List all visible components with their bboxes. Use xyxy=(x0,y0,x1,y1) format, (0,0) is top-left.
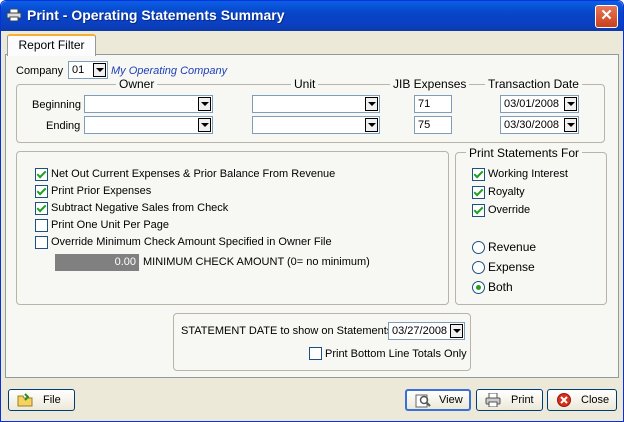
owner-beginning-select[interactable] xyxy=(84,95,213,113)
company-name: My Operating Company xyxy=(111,65,228,77)
close-circle-icon xyxy=(557,393,571,407)
company-select[interactable]: 01 xyxy=(68,61,108,79)
royalty-label: Royalty xyxy=(488,186,525,198)
date-ending-select[interactable]: 03/30/2008 xyxy=(500,116,579,134)
statement-date-select[interactable]: 03/27/2008 xyxy=(388,322,465,340)
chevron-down-icon[interactable] xyxy=(564,97,577,111)
chevron-down-icon[interactable] xyxy=(198,97,211,111)
option-label: Override Minimum Check Amount Specified … xyxy=(51,236,332,248)
both-radio[interactable] xyxy=(472,281,485,294)
option-label: Net Out Current Expenses & Prior Balance… xyxy=(51,168,336,180)
beginning-label: Beginning xyxy=(32,99,81,111)
view-button[interactable]: View xyxy=(405,389,471,411)
expense-radio[interactable] xyxy=(472,261,485,274)
bottom-line-checkbox[interactable] xyxy=(309,347,322,360)
close-button-label: Close xyxy=(581,394,610,406)
print-statements-for-title: Print Statements For xyxy=(466,146,583,160)
jib-ending-input[interactable]: 75 xyxy=(414,116,452,134)
view-button-label: View xyxy=(439,394,463,406)
expense-label: Expense xyxy=(488,260,535,274)
file-button[interactable]: File xyxy=(8,389,75,411)
unit-ending-select[interactable] xyxy=(252,116,380,134)
both-label: Both xyxy=(488,280,513,294)
printer-icon xyxy=(485,393,501,407)
option-label: Subtract Negative Sales from Check xyxy=(51,202,229,214)
transaction-date-header: Transaction Date xyxy=(485,77,582,91)
revenue-label: Revenue xyxy=(488,240,537,254)
date-beginning-select[interactable]: 03/01/2008 xyxy=(500,95,579,113)
minimum-check-amount-input[interactable]: 0.00 xyxy=(55,254,139,271)
report-filter-panel: Company 01 My Operating Company Owner Un… xyxy=(5,54,619,378)
chevron-down-icon[interactable] xyxy=(450,324,463,338)
chevron-down-icon[interactable] xyxy=(198,118,211,132)
option-label: Print One Unit Per Page xyxy=(51,219,170,231)
print-dialog-window: Print - Operating Statements Summary ✕ R… xyxy=(0,0,624,422)
file-button-label: File xyxy=(43,394,61,406)
override-checkbox[interactable] xyxy=(472,204,485,217)
window-close-icon[interactable]: ✕ xyxy=(595,5,618,28)
unit-header: Unit xyxy=(291,77,319,91)
owner-ending-select[interactable] xyxy=(84,116,213,134)
option-label: Print Prior Expenses xyxy=(51,185,152,197)
royalty-checkbox[interactable] xyxy=(472,186,485,199)
printer-icon xyxy=(7,9,21,21)
tab-report-filter[interactable]: Report Filter xyxy=(7,34,96,56)
filter-group xyxy=(16,84,605,143)
working-interest-label: Working Interest xyxy=(488,168,568,180)
bottom-line-label: Print Bottom Line Totals Only xyxy=(325,348,467,360)
override-label: Override xyxy=(488,204,531,216)
chevron-down-icon[interactable] xyxy=(93,63,106,77)
jib-beginning-input[interactable]: 71 xyxy=(414,95,452,113)
option-checkbox[interactable] xyxy=(35,202,48,215)
print-button-label: Print xyxy=(511,394,534,406)
working-interest-checkbox[interactable] xyxy=(472,168,485,181)
title-bar[interactable]: Print - Operating Statements Summary ✕ xyxy=(1,1,623,31)
option-checkbox[interactable] xyxy=(35,219,48,232)
option-checkbox[interactable] xyxy=(35,236,48,249)
ending-label: Ending xyxy=(46,120,81,132)
print-button[interactable]: Print xyxy=(476,389,543,411)
minimum-check-amount-label: MINIMUM CHECK AMOUNT (0= no minimum) xyxy=(143,256,370,268)
window-title: Print - Operating Statements Summary xyxy=(27,7,285,23)
unit-beginning-select[interactable] xyxy=(252,95,380,113)
revenue-radio[interactable] xyxy=(472,241,485,254)
magnifier-icon xyxy=(415,394,431,408)
jib-header: JIB Expenses xyxy=(390,77,470,91)
company-code: 01 xyxy=(72,64,85,76)
option-checkbox[interactable] xyxy=(35,185,48,198)
chevron-down-icon[interactable] xyxy=(365,118,378,132)
company-label: Company xyxy=(16,65,64,77)
chevron-down-icon[interactable] xyxy=(564,118,577,132)
statement-date-label: STATEMENT DATE to show on Statements xyxy=(181,325,393,337)
option-checkbox[interactable] xyxy=(35,168,48,181)
chevron-down-icon[interactable] xyxy=(365,97,378,111)
folder-icon xyxy=(17,393,33,407)
owner-header: Owner xyxy=(116,77,158,91)
close-button[interactable]: Close xyxy=(547,389,617,411)
